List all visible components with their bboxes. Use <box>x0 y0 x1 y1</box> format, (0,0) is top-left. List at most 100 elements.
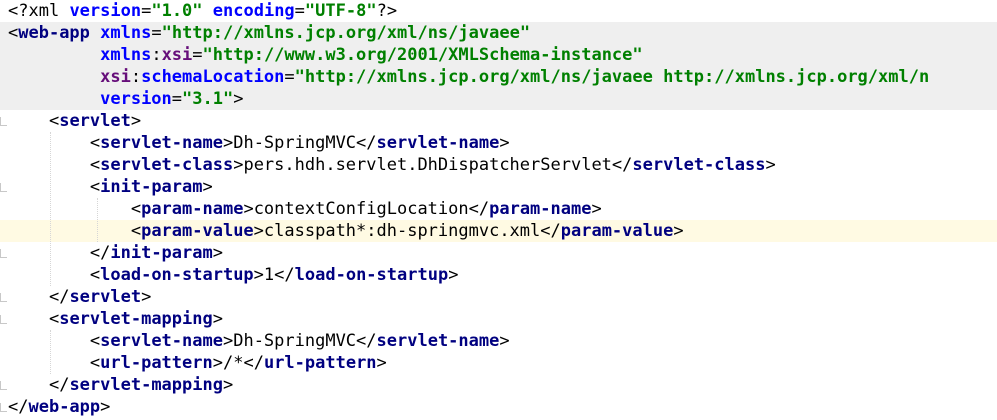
code-token-bracket: </ <box>8 397 29 417</box>
code-token-pi: xml <box>28 1 70 21</box>
code-token-text: classpath*:dh-springmvc.xml <box>263 221 541 241</box>
fold-marker-icon[interactable] <box>0 293 7 302</box>
code-line-text: <load-on-startup>1</load-on-startup> <box>8 264 459 286</box>
code-token-bracket: > <box>222 133 234 153</box>
code-line[interactable]: <servlet-name>Dh-SpringMVC</servlet-name… <box>0 330 997 352</box>
code-token-bracket: </ <box>48 287 70 307</box>
code-token-bracket: > <box>253 221 264 241</box>
code-token-bracket: > <box>222 375 234 395</box>
code-token-text: contextConfigLocation <box>253 199 469 219</box>
fold-marker-icon[interactable] <box>0 403 7 412</box>
fold-marker-icon[interactable] <box>0 249 7 258</box>
code-token-tname: param-value <box>560 221 674 241</box>
code-line[interactable]: <param-name>contextConfigLocation</param… <box>0 198 997 220</box>
code-line[interactable]: <servlet-mapping> <box>0 308 997 330</box>
code-token-bracket: </ <box>611 155 633 175</box>
code-line[interactable]: <?xml version="1.0" encoding="UTF-8"?> <box>0 0 997 22</box>
code-line[interactable]: <web-app xmlns="http://xmlns.jcp.org/xml… <box>0 22 997 44</box>
code-token-tname: servlet-name <box>376 133 500 153</box>
code-token-bracket: </ <box>243 353 264 373</box>
code-token-aval: "1.0" <box>151 1 203 21</box>
code-line-text: </init-param> <box>8 242 223 264</box>
code-token-aname: version <box>100 89 172 109</box>
code-token-bracket: > <box>233 155 244 175</box>
code-token-bracket: > <box>765 155 776 175</box>
code-line[interactable]: <servlet-class>pers.hdh.servlet.DhDispat… <box>0 154 997 176</box>
fold-marker-icon[interactable] <box>0 315 7 324</box>
code-token-nsname: xsi <box>161 45 193 65</box>
code-line-text: <servlet-mapping> <box>8 308 223 330</box>
code-line[interactable]: </servlet> <box>0 286 997 308</box>
code-token-tname: param-name <box>489 199 592 219</box>
code-line[interactable]: <load-on-startup>1</load-on-startup> <box>0 264 997 286</box>
code-token-pi: <? <box>8 1 29 21</box>
code-token-bracket: > <box>591 199 602 219</box>
code-token-tname: web-app <box>28 397 101 417</box>
code-line[interactable]: <url-pattern>/*</url-pattern> <box>0 352 997 374</box>
fold-marker-icon[interactable] <box>0 117 7 126</box>
code-token-bracket: < <box>130 199 142 219</box>
code-line-text: </servlet> <box>8 286 151 308</box>
code-line-text: <servlet-name>Dh-SpringMVC</servlet-name… <box>8 132 510 154</box>
code-token-tname: servlet-name <box>100 331 223 351</box>
code-line-text: <web-app xmlns="http://xmlns.jcp.org/xml… <box>8 22 530 44</box>
code-line[interactable]: </init-param> <box>0 242 997 264</box>
code-token-text: /* <box>222 353 244 373</box>
code-line-text: version="3.1"> <box>8 88 243 110</box>
code-token-text: = <box>141 1 152 21</box>
code-line-text: <servlet-class>pers.hdh.servlet.DhDispat… <box>8 154 776 176</box>
code-token-text: = <box>284 67 295 87</box>
code-token-text: : <box>151 45 162 65</box>
code-token-bracket: > <box>141 287 152 307</box>
code-token-text: : <box>130 67 142 87</box>
code-token-tname: param-value <box>141 221 254 241</box>
code-line[interactable]: version="3.1"> <box>0 88 997 110</box>
code-line[interactable]: xsi:schemaLocation="http://xmlns.jcp.org… <box>0 66 997 88</box>
code-token-bracket: > <box>130 111 142 131</box>
code-token-bracket: < <box>48 309 60 329</box>
code-token-aname: encoding <box>212 1 295 21</box>
code-line[interactable]: <servlet> <box>0 110 997 132</box>
code-token-bracket: < <box>48 111 60 131</box>
code-token-tname: servlet-class <box>632 155 766 175</box>
indent-guide <box>97 198 98 242</box>
code-token-bracket: > <box>212 243 223 263</box>
code-editor[interactable]: <?xml version="1.0" encoding="UTF-8"?> <w… <box>0 0 997 420</box>
code-token-text: Dh-SpringMVC <box>233 331 357 351</box>
code-token-bracket: < <box>89 155 101 175</box>
fold-marker-icon[interactable] <box>0 183 7 192</box>
code-token-aname: version <box>69 1 142 21</box>
code-token-bracket: > <box>233 89 244 109</box>
code-token-bracket: < <box>89 177 101 197</box>
code-token-bracket: < <box>89 265 101 285</box>
fold-marker-icon[interactable] <box>0 381 7 390</box>
code-token-bracket: > <box>448 265 459 285</box>
code-line[interactable]: xmlns:xsi="http://www.w3.org/2001/XMLSch… <box>0 44 997 66</box>
code-token-text: = <box>192 45 203 65</box>
code-token-aname: schemaLocation <box>141 67 285 87</box>
code-line[interactable]: <servlet-name>Dh-SpringMVC</servlet-name… <box>0 132 997 154</box>
code-token-tname: param-name <box>141 199 244 219</box>
code-token-bracket: </ <box>48 375 70 395</box>
code-line-text: </servlet-mapping> <box>8 374 233 396</box>
code-token-tname: init-param <box>100 177 203 197</box>
code-line-text: <url-pattern>/*</url-pattern> <box>8 352 387 374</box>
code-token-tname: servlet <box>59 111 131 131</box>
code-line[interactable]: <param-value>classpath*:dh-springmvc.xml… <box>0 220 997 242</box>
code-line[interactable]: <init-param> <box>0 176 997 198</box>
code-line[interactable]: </web-app> <box>0 396 997 418</box>
code-token-bracket: > <box>243 199 254 219</box>
code-line[interactable]: </servlet-mapping> <box>0 374 997 396</box>
code-line-text: <servlet> <box>8 110 141 132</box>
